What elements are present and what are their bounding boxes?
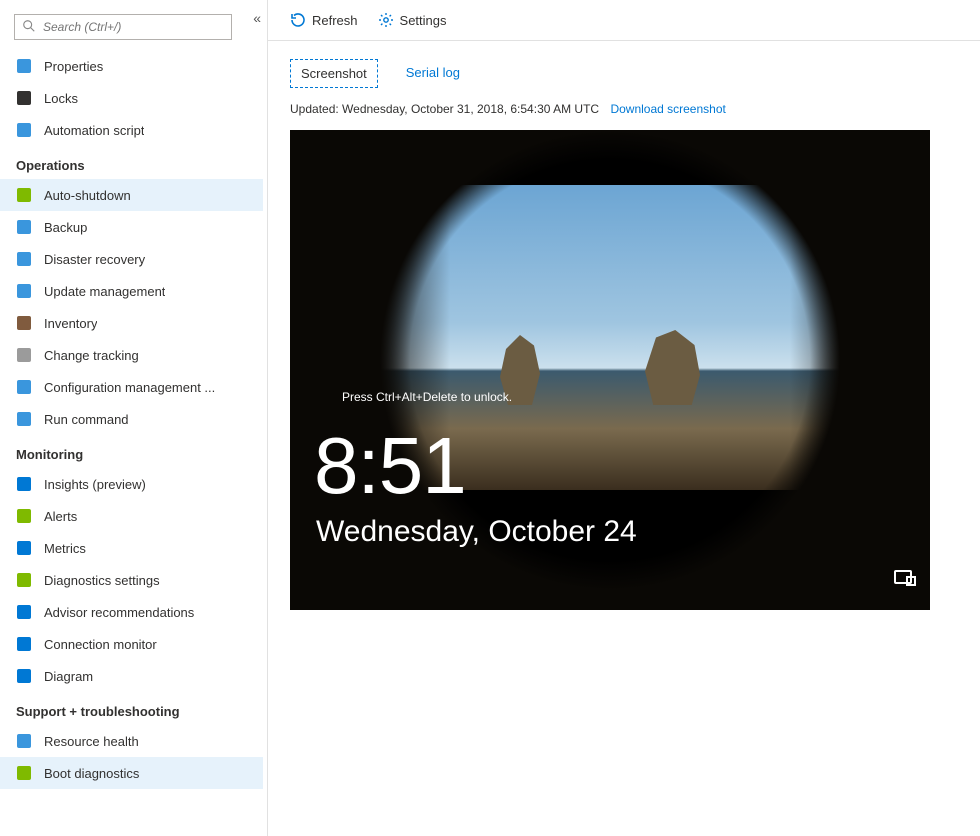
updated-prefix: Updated: bbox=[290, 102, 342, 116]
alerts-icon bbox=[16, 508, 32, 524]
sidebar-item-diagnostics-settings[interactable]: Diagnostics settings bbox=[0, 564, 263, 596]
sidebar-item-label: Alerts bbox=[44, 509, 77, 524]
sidebar-item-label: Insights (preview) bbox=[44, 477, 146, 492]
section-header: Support + troubleshooting bbox=[0, 692, 263, 725]
tab-serial-log[interactable]: Serial log bbox=[396, 59, 470, 88]
sidebar-item-label: Inventory bbox=[44, 316, 97, 331]
section-header: Operations bbox=[0, 146, 263, 179]
refresh-icon bbox=[290, 12, 306, 28]
refresh-label: Refresh bbox=[312, 13, 358, 28]
refresh-button[interactable]: Refresh bbox=[290, 12, 358, 28]
sidebar-item-properties[interactable]: Properties bbox=[0, 50, 263, 82]
clock-icon bbox=[16, 187, 32, 203]
lockscreen-time: 8:51 bbox=[314, 420, 466, 512]
config-icon bbox=[16, 379, 32, 395]
search-box bbox=[14, 14, 253, 40]
sidebar: « Properties Locks Automation script Operat… bbox=[0, 0, 268, 836]
sidebar-item-resource-health[interactable]: Resource health bbox=[0, 725, 263, 757]
sidebar-item-label: Locks bbox=[44, 91, 78, 106]
recovery-icon bbox=[16, 251, 32, 267]
insights-icon bbox=[16, 476, 32, 492]
settings-label: Settings bbox=[400, 13, 447, 28]
lock-icon bbox=[16, 90, 32, 106]
settings-button[interactable]: Settings bbox=[378, 12, 447, 28]
unlock-instruction: Press Ctrl+Alt+Delete to unlock. bbox=[342, 390, 512, 404]
vm-screenshot: Press Ctrl+Alt+Delete to unlock. 8:51 We… bbox=[290, 130, 930, 610]
sidebar-item-inventory[interactable]: Inventory bbox=[0, 307, 263, 339]
collapse-sidebar-button[interactable]: « bbox=[253, 10, 261, 26]
tab-bar: Screenshot Serial log bbox=[290, 59, 958, 88]
sidebar-item-locks[interactable]: Locks bbox=[0, 82, 263, 114]
diagram-icon bbox=[16, 668, 32, 684]
health-icon bbox=[16, 733, 32, 749]
lockscreen-date: Wednesday, October 24 bbox=[316, 515, 637, 549]
sidebar-item-advisor-recommendations[interactable]: Advisor recommendations bbox=[0, 596, 263, 628]
tab-screenshot[interactable]: Screenshot bbox=[290, 59, 378, 88]
main-panel: Refresh Settings Screenshot Serial log U… bbox=[268, 0, 980, 836]
inventory-icon bbox=[16, 315, 32, 331]
toolbar: Refresh Settings bbox=[268, 0, 980, 41]
sidebar-item-disaster-recovery[interactable]: Disaster recovery bbox=[0, 243, 263, 275]
metrics-icon bbox=[16, 540, 32, 556]
sidebar-item-label: Configuration management ... bbox=[44, 380, 215, 395]
sidebar-item-label: Change tracking bbox=[44, 348, 139, 363]
sidebar-item-label: Advisor recommendations bbox=[44, 605, 194, 620]
advisor-icon bbox=[16, 604, 32, 620]
gear-icon bbox=[378, 12, 394, 28]
sidebar-item-label: Run command bbox=[44, 412, 129, 427]
conn-icon bbox=[16, 636, 32, 652]
sidebar-item-label: Disaster recovery bbox=[44, 252, 145, 267]
sidebar-item-automation-script[interactable]: Automation script bbox=[0, 114, 263, 146]
properties-icon bbox=[16, 58, 32, 74]
section-header: Monitoring bbox=[0, 435, 263, 468]
sidebar-item-label: Update management bbox=[44, 284, 165, 299]
sidebar-item-label: Properties bbox=[44, 59, 103, 74]
update-icon bbox=[16, 283, 32, 299]
diag-settings-icon bbox=[16, 572, 32, 588]
sidebar-item-diagram[interactable]: Diagram bbox=[0, 660, 263, 692]
sidebar-item-label: Boot diagnostics bbox=[44, 766, 139, 781]
content-area: Screenshot Serial log Updated: Wednesday… bbox=[268, 41, 980, 628]
search-icon bbox=[22, 19, 36, 33]
sidebar-item-connection-monitor[interactable]: Connection monitor bbox=[0, 628, 263, 660]
change-icon bbox=[16, 347, 32, 363]
sidebar-item-label: Diagnostics settings bbox=[44, 573, 160, 588]
sidebar-item-auto-shutdown[interactable]: Auto-shutdown bbox=[0, 179, 263, 211]
sidebar-item-alerts[interactable]: Alerts bbox=[0, 500, 263, 532]
search-input[interactable] bbox=[14, 14, 232, 40]
sidebar-item-label: Backup bbox=[44, 220, 87, 235]
updated-row: Updated: Wednesday, October 31, 2018, 6:… bbox=[290, 102, 958, 116]
sidebar-item-boot-diagnostics[interactable]: Boot diagnostics bbox=[0, 757, 263, 789]
boot-diag-icon bbox=[16, 765, 32, 781]
sidebar-item-label: Diagram bbox=[44, 669, 93, 684]
sidebar-item-label: Resource health bbox=[44, 734, 139, 749]
sidebar-item-label: Auto-shutdown bbox=[44, 188, 131, 203]
sidebar-item-update-management[interactable]: Update management bbox=[0, 275, 263, 307]
sidebar-item-backup[interactable]: Backup bbox=[0, 211, 263, 243]
sidebar-item-run-command[interactable]: Run command bbox=[0, 403, 263, 435]
run-icon bbox=[16, 411, 32, 427]
sidebar-nav[interactable]: Properties Locks Automation script Operatio… bbox=[0, 50, 267, 836]
sidebar-item-metrics[interactable]: Metrics bbox=[0, 532, 263, 564]
sidebar-item-insights-preview[interactable]: Insights (preview) bbox=[0, 468, 263, 500]
sidebar-item-label: Automation script bbox=[44, 123, 144, 138]
sidebar-item-configuration-management[interactable]: Configuration management ... bbox=[0, 371, 263, 403]
script-icon bbox=[16, 122, 32, 138]
updated-timestamp: Wednesday, October 31, 2018, 6:54:30 AM … bbox=[342, 102, 599, 116]
sidebar-item-label: Metrics bbox=[44, 541, 86, 556]
sidebar-item-change-tracking[interactable]: Change tracking bbox=[0, 339, 263, 371]
sidebar-item-label: Connection monitor bbox=[44, 637, 157, 652]
download-screenshot-link[interactable]: Download screenshot bbox=[610, 102, 725, 116]
network-icon bbox=[894, 570, 912, 584]
backup-icon bbox=[16, 219, 32, 235]
